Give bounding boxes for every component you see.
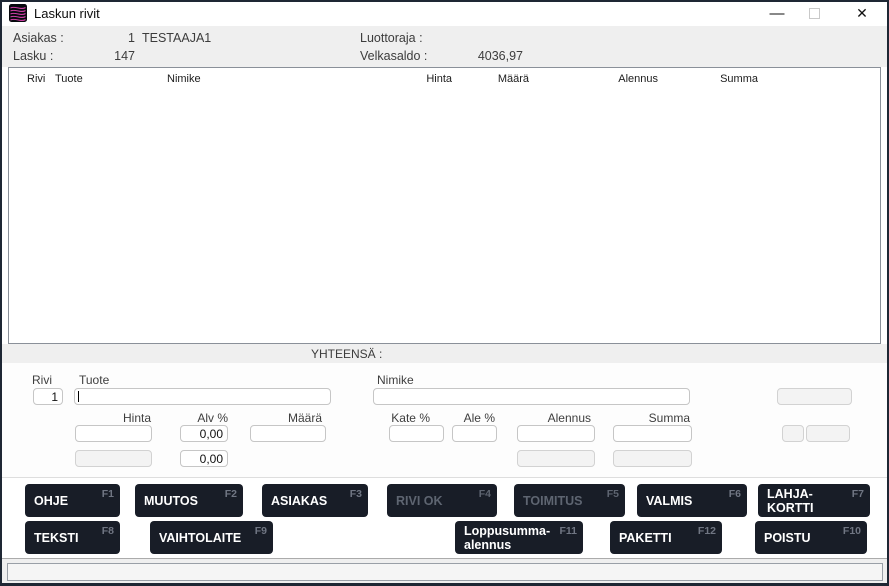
- summa-field[interactable]: [613, 425, 692, 442]
- asiakas-number: 1: [95, 31, 135, 45]
- col-maara: Määrä: [469, 73, 529, 85]
- totals-bar: YHTEENSÄ :: [0, 344, 889, 363]
- nimike-label: Nimike: [377, 373, 414, 387]
- rivi-label: Rivi: [32, 373, 52, 387]
- alennus-label: Alennus: [531, 411, 591, 425]
- fkey-label: F5: [607, 487, 619, 501]
- summa-label: Summa: [630, 411, 690, 425]
- asiakas-label: Asiakas :: [13, 31, 64, 45]
- velkasaldo-value: 4036,97: [440, 49, 523, 63]
- fkey-label: F3: [350, 487, 362, 501]
- invoice-rows-table[interactable]: Rivi Tuote Nimike Hinta Määrä Alennus Su…: [8, 67, 881, 344]
- luottoraja-label: Luottoraja :: [360, 31, 423, 45]
- summa-field-2: [613, 450, 692, 467]
- fkey-label: F2: [225, 487, 237, 501]
- maara-field[interactable]: [250, 425, 326, 442]
- lasku-number: 147: [95, 49, 135, 63]
- window-title: Laskun rivit: [34, 6, 100, 21]
- laskun-rivit-window: Laskun rivit — ✕ Asiakas : 1 TESTAAJA1 L…: [0, 0, 889, 586]
- ale-field[interactable]: [452, 425, 497, 442]
- hinta-label: Hinta: [91, 411, 151, 425]
- kate-label: Kate %: [370, 411, 430, 425]
- alennus-field-2: [517, 450, 595, 467]
- toimitus-button[interactable]: TOIMITUSF5: [514, 484, 625, 517]
- alennus-field[interactable]: [517, 425, 595, 442]
- tuote-label: Tuote: [79, 373, 109, 387]
- invoice-header: Asiakas : 1 TESTAAJA1 Lasku : 147 Luotto…: [0, 26, 889, 67]
- text-caret: [78, 391, 79, 402]
- fkey-label: F6: [729, 487, 741, 501]
- close-button[interactable]: ✕: [847, 0, 877, 27]
- status-bar: [0, 558, 889, 586]
- col-rivi: Rivi: [27, 73, 45, 85]
- rivi-field[interactable]: [33, 388, 63, 405]
- ohje-button[interactable]: OHJEF1: [25, 484, 120, 517]
- rivi-ok-button[interactable]: RIVI OKF4: [387, 484, 497, 517]
- teksti-button[interactable]: TEKSTIF8: [25, 521, 120, 554]
- alv-field-2[interactable]: [180, 450, 228, 467]
- lahjakortti-button[interactable]: LAHJA-KORTTIF7: [758, 484, 870, 517]
- ale-label: Ale %: [435, 411, 495, 425]
- kate-field[interactable]: [389, 425, 444, 442]
- alv-label: Alv %: [168, 411, 228, 425]
- extra-field-3: [806, 425, 850, 442]
- maximize-icon: [809, 8, 820, 19]
- paketti-button[interactable]: PAKETTIF12: [610, 521, 722, 554]
- app-logo-icon: [9, 4, 27, 22]
- maximize-button: [799, 0, 829, 27]
- col-tuote: Tuote: [55, 73, 83, 85]
- hinta-field-2: [75, 450, 152, 467]
- fkey-label: F7: [852, 487, 864, 501]
- fkey-label: F11: [559, 524, 577, 538]
- alv-field[interactable]: [180, 425, 228, 442]
- fkey-label: F1: [102, 487, 114, 501]
- poistu-button[interactable]: POISTUF10: [755, 521, 867, 554]
- lasku-label: Lasku :: [13, 49, 53, 63]
- minimize-button[interactable]: —: [762, 0, 792, 27]
- valmis-button[interactable]: VALMISF6: [637, 484, 747, 517]
- asiakas-button[interactable]: ASIAKASF3: [262, 484, 368, 517]
- nimike-field[interactable]: [373, 388, 690, 405]
- title-bar: Laskun rivit — ✕: [0, 0, 889, 27]
- row-entry-form: Rivi Tuote Nimike Hinta Alv % Määrä Kate…: [0, 363, 889, 477]
- muutos-button[interactable]: MUUTOSF2: [135, 484, 243, 517]
- fkey-label: F8: [102, 524, 114, 538]
- function-button-panel: OHJEF1 MUUTOSF2 ASIAKASF3 RIVI OKF4 TOIM…: [0, 478, 889, 558]
- fkey-label: F9: [255, 524, 267, 538]
- tuote-field[interactable]: [74, 388, 331, 405]
- col-hinta: Hinta: [392, 73, 452, 85]
- extra-field-1: [777, 388, 852, 405]
- status-message-field: [7, 563, 883, 581]
- asiakas-name: TESTAAJA1: [142, 31, 211, 45]
- fkey-label: F12: [698, 524, 716, 538]
- fkey-label: F4: [479, 487, 491, 501]
- velkasaldo-label: Velkasaldo :: [360, 49, 427, 63]
- fkey-label: F10: [843, 524, 861, 538]
- hinta-field[interactable]: [75, 425, 152, 442]
- col-summa: Summa: [698, 73, 758, 85]
- col-nimike: Nimike: [167, 73, 201, 85]
- yhteensa-label: YHTEENSÄ :: [311, 347, 382, 361]
- vaihtolaite-button[interactable]: VAIHTOLAITEF9: [150, 521, 273, 554]
- extra-field-2: [782, 425, 804, 442]
- col-alennus: Alennus: [598, 73, 658, 85]
- maara-label: Määrä: [262, 411, 322, 425]
- loppusumma-alennus-button[interactable]: Loppusumma-alennusF11: [455, 521, 583, 554]
